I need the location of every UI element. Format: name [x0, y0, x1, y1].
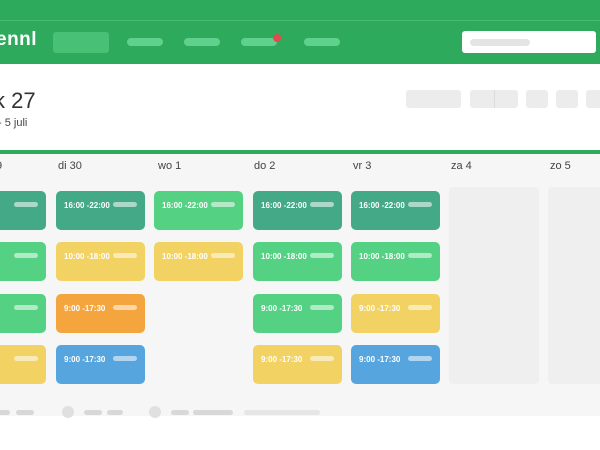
shift-time: 9:00 -17:30: [261, 304, 303, 313]
day-header-wed: wo 1: [158, 160, 182, 172]
day-column-sat[interactable]: [449, 187, 539, 384]
shift-time: 9:00 -17:30: [359, 355, 401, 364]
topbar-divider: [0, 20, 600, 21]
shift-time: 10:00 -18:00: [261, 252, 307, 261]
shift-time: 10:00 -18:00: [162, 252, 208, 261]
shift-label-placeholder: [408, 253, 432, 258]
shift-card[interactable]: 9:00 -17:30: [253, 294, 342, 333]
shift-time: 16:00 -22:00: [64, 201, 110, 210]
footer-text-placeholder: [84, 410, 102, 415]
shift-label-placeholder: [310, 253, 334, 258]
toolbar-button-today[interactable]: [406, 90, 461, 108]
shift-card[interactable]: 16:00 -22:00: [253, 191, 342, 230]
shift-time: 9:00 -17:30: [64, 304, 106, 313]
footer-text-placeholder: [107, 410, 123, 415]
shift-time: 16:00 -22:00: [162, 201, 208, 210]
search-placeholder: [470, 39, 530, 46]
shift-time: 9:00 -17:30: [359, 304, 401, 313]
shift-card[interactable]: 9:00 -17:30: [56, 345, 145, 384]
shift-card[interactable]: [0, 294, 46, 333]
shift-time: 16:00 -22:00: [359, 201, 405, 210]
shift-card[interactable]: 9:00 -17:30: [253, 345, 342, 384]
toolbar-button-1[interactable]: [526, 90, 548, 108]
shift-time: 9:00 -17:30: [64, 355, 106, 364]
week-date-range: - 5 juli: [0, 117, 28, 129]
shift-label-placeholder: [310, 356, 334, 361]
shift-label-placeholder: [310, 305, 334, 310]
shift-card[interactable]: 10:00 -18:00: [351, 242, 440, 281]
footer-text-placeholder: [16, 410, 34, 415]
day-header-sun: zo 5: [550, 160, 571, 172]
shift-card[interactable]: 9:00 -17:30: [351, 294, 440, 333]
footer-text-placeholder: [193, 410, 233, 415]
shift-time: 16:00 -22:00: [261, 201, 307, 210]
week-title: k 27: [0, 88, 36, 113]
shift-label-placeholder: [211, 202, 235, 207]
nav-item-active[interactable]: [53, 32, 109, 53]
shift-card[interactable]: 16:00 -22:00: [351, 191, 440, 230]
toolbar-button-3[interactable]: [586, 90, 600, 108]
shift-label-placeholder: [408, 356, 432, 361]
shift-time: 10:00 -18:00: [359, 252, 405, 261]
shift-card[interactable]: 10:00 -18:00: [253, 242, 342, 281]
nav-item-2[interactable]: [127, 38, 163, 46]
day-header-fri: vr 3: [353, 160, 372, 172]
day-header-mon: 9: [0, 160, 2, 172]
shift-label-placeholder: [310, 202, 334, 207]
shift-card[interactable]: [0, 242, 46, 281]
toolbar-divider: [494, 90, 495, 108]
shift-time: 10:00 -18:00: [64, 252, 110, 261]
day-header-thu: do 2: [254, 160, 276, 172]
footer-text-placeholder: [244, 410, 320, 415]
shift-label-placeholder: [113, 202, 137, 207]
shift-label-placeholder: [14, 202, 38, 207]
shift-time: 9:00 -17:30: [261, 355, 303, 364]
nav-item-3[interactable]: [184, 38, 220, 46]
shift-card[interactable]: 10:00 -18:00: [56, 242, 145, 281]
shift-card[interactable]: [0, 345, 46, 384]
shift-label-placeholder: [211, 253, 235, 258]
shift-card[interactable]: [0, 191, 46, 230]
day-header-sat: za 4: [451, 160, 472, 172]
footer-text-placeholder: [171, 410, 189, 415]
shift-card[interactable]: 10:00 -18:00: [154, 242, 243, 281]
shift-label-placeholder: [408, 305, 432, 310]
shift-card[interactable]: 16:00 -22:00: [154, 191, 243, 230]
app-logo[interactable]: ennl: [0, 29, 37, 51]
avatar: [149, 406, 161, 418]
day-header-tue: di 30: [58, 160, 82, 172]
shift-label-placeholder: [113, 253, 137, 258]
shift-label-placeholder: [14, 253, 38, 258]
footer-text-placeholder: [0, 410, 10, 415]
shift-label-placeholder: [113, 356, 137, 361]
shift-label-placeholder: [113, 305, 137, 310]
search-input[interactable]: [462, 31, 596, 53]
shift-label-placeholder: [408, 202, 432, 207]
shift-card[interactable]: 9:00 -17:30: [56, 294, 145, 333]
shift-label-placeholder: [14, 305, 38, 310]
nav-item-4[interactable]: [241, 38, 277, 46]
shift-card[interactable]: 9:00 -17:30: [351, 345, 440, 384]
top-navigation-bar: ennl: [0, 0, 600, 64]
notification-dot-icon: [273, 34, 281, 42]
shift-label-placeholder: [14, 356, 38, 361]
day-column-sun[interactable]: [548, 187, 600, 384]
avatar: [62, 406, 74, 418]
nav-item-5[interactable]: [304, 38, 340, 46]
shift-card[interactable]: 16:00 -22:00: [56, 191, 145, 230]
toolbar-button-2[interactable]: [556, 90, 578, 108]
